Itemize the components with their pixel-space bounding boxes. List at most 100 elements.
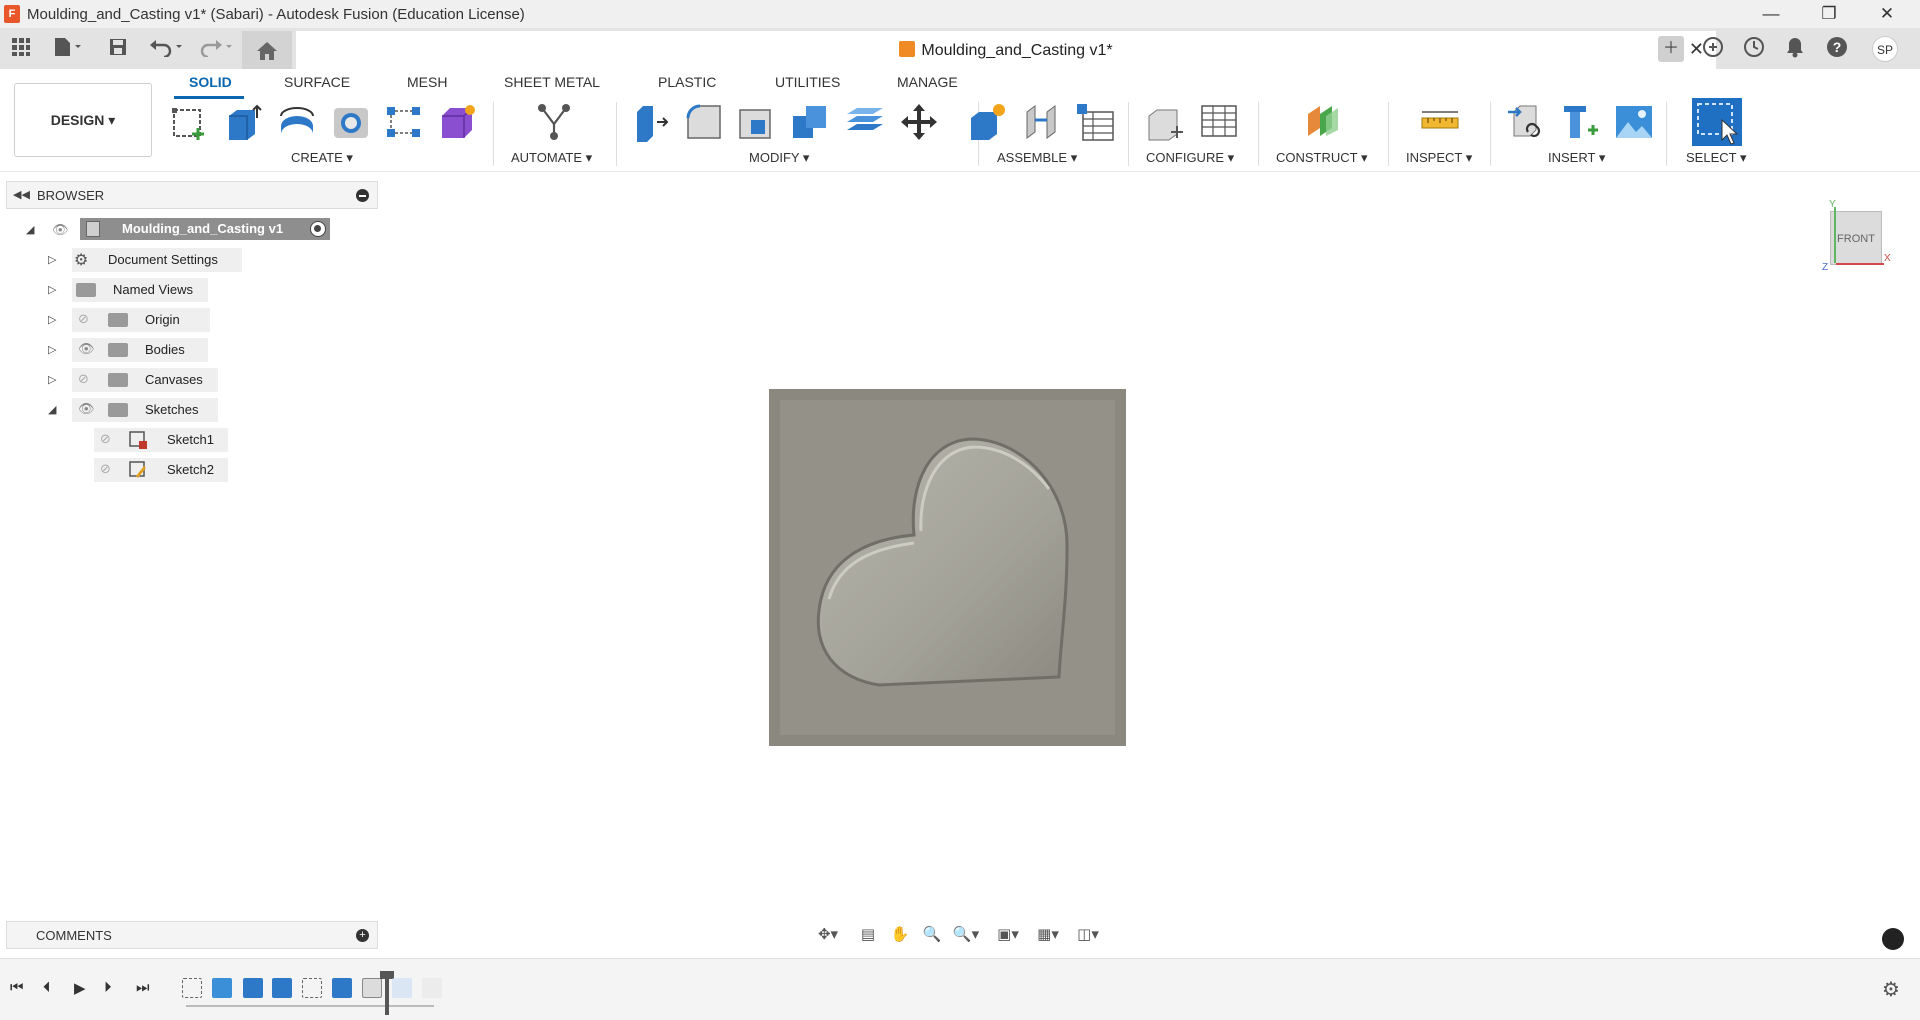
heart-cavity-model[interactable]	[769, 389, 1126, 746]
tab-manage[interactable]: MANAGE	[897, 74, 958, 90]
shell-icon[interactable]	[737, 102, 777, 142]
fillet-icon[interactable]	[684, 102, 724, 142]
viewports-icon[interactable]: ◫▾	[1074, 925, 1102, 945]
hidden-eye-icon[interactable]: ⊘	[78, 311, 89, 327]
redo-icon[interactable]	[196, 37, 236, 61]
create-menu[interactable]: CREATE ▾	[291, 150, 353, 166]
browser-item-sketch1[interactable]: ⊘ Sketch1	[94, 426, 294, 454]
data-panel-grid-icon[interactable]	[8, 37, 34, 61]
browser-item-canvases[interactable]: ▷ ⊘ Canvases	[48, 366, 308, 394]
bill-of-materials-icon[interactable]	[1075, 102, 1115, 142]
extension-badge-icon[interactable]	[1882, 928, 1904, 950]
tab-surface[interactable]: SURFACE	[284, 74, 350, 90]
configure-menu[interactable]: CONFIGURE ▾	[1146, 150, 1234, 166]
hidden-eye-icon[interactable]: ⊘	[100, 431, 111, 447]
job-status-clock-icon[interactable]	[1741, 36, 1767, 62]
configure-design-icon[interactable]	[1145, 102, 1185, 142]
press-pull-icon[interactable]	[631, 102, 671, 142]
browser-item-origin[interactable]: ▷ ⊘ Origin	[48, 306, 308, 334]
look-at-icon[interactable]: ▤	[854, 925, 882, 945]
step-forward-icon[interactable]: ⏵	[104, 979, 112, 996]
workspace-switcher[interactable]: DESIGN ▾	[14, 83, 152, 157]
expand-triangle-icon[interactable]: ▷	[48, 253, 56, 266]
expand-triangle-icon[interactable]: ▷	[48, 343, 56, 356]
tab-utilities[interactable]: UTILITIES	[775, 74, 840, 90]
visibility-eye-icon[interactable]: 👁	[52, 222, 69, 238]
timeline-suppressed-feature-icon[interactable]	[392, 978, 412, 998]
visibility-eye-icon[interactable]: 👁	[78, 341, 95, 357]
insert-canvas-icon[interactable]	[1614, 102, 1654, 142]
timeline-extrude-icon[interactable]	[272, 978, 292, 998]
timeline-settings-gear-icon[interactable]: ⚙	[1882, 977, 1900, 1002]
timeline-fillet-icon[interactable]	[362, 978, 382, 998]
browser-item-sketches[interactable]: ◢ 👁 Sketches	[48, 396, 308, 424]
collapse-triangle-icon[interactable]: ◢	[48, 403, 56, 416]
tab-solid[interactable]: SOLID	[189, 74, 232, 90]
move-copy-icon[interactable]	[899, 102, 939, 142]
activate-radio-icon[interactable]	[310, 221, 326, 237]
new-component-icon[interactable]	[967, 102, 1007, 142]
mold-body[interactable]	[769, 389, 1126, 746]
visibility-eye-icon[interactable]: 👁	[78, 401, 95, 417]
automate-menu[interactable]: AUTOMATE ▾	[511, 150, 592, 166]
tab-sheet-metal[interactable]: SHEET METAL	[504, 74, 600, 90]
hole-icon[interactable]	[331, 102, 371, 142]
browser-panel-header[interactable]: ◀◀ BROWSER	[6, 181, 378, 209]
extrude-icon[interactable]	[223, 102, 263, 142]
zoom-icon[interactable]: 🔍	[918, 925, 946, 945]
document-tab[interactable]: Moulding_and_Casting v1* ✕	[296, 31, 1716, 69]
tab-mesh[interactable]: MESH	[407, 74, 447, 90]
restore-button[interactable]: ❐	[1800, 0, 1858, 29]
expand-triangle-icon[interactable]: ▷	[48, 313, 56, 326]
add-comment-icon[interactable]: +	[356, 929, 369, 942]
hidden-eye-icon[interactable]: ⊘	[78, 371, 89, 387]
browser-minimize-icon[interactable]	[356, 189, 369, 202]
timeline-marker[interactable]	[385, 973, 389, 1015]
combine-icon[interactable]	[790, 102, 830, 142]
measure-icon[interactable]	[1420, 102, 1460, 142]
modify-menu[interactable]: MODIFY ▾	[749, 150, 809, 166]
insert-menu[interactable]: INSERT ▾	[1548, 150, 1605, 166]
tab-plastic[interactable]: PLASTIC	[658, 74, 716, 90]
grid-settings-icon[interactable]: ▦▾	[1034, 925, 1062, 945]
revolve-icon[interactable]	[277, 102, 317, 142]
insert-mcmaster-icon[interactable]	[1560, 102, 1600, 142]
pattern-icon[interactable]	[384, 102, 424, 142]
browser-root-row[interactable]: ◢ 👁 Moulding_and_Casting v1	[26, 216, 346, 244]
create-sketch-icon[interactable]	[170, 102, 210, 142]
go-to-start-icon[interactable]: ⏮	[10, 979, 24, 996]
expand-triangle-icon[interactable]: ▷	[48, 283, 56, 296]
insert-derive-icon[interactable]	[1506, 102, 1546, 142]
timeline-sketch-icon[interactable]	[182, 978, 202, 998]
display-settings-icon[interactable]: ▣▾	[994, 925, 1022, 945]
pan-hand-icon[interactable]: ✋	[886, 925, 914, 945]
new-tab-plus-icon[interactable]: ＋	[1658, 36, 1684, 62]
help-icon[interactable]: ?	[1824, 36, 1850, 62]
configuration-table-icon[interactable]	[1199, 102, 1239, 142]
extensions-icon[interactable]	[1700, 36, 1726, 62]
notifications-bell-icon[interactable]	[1782, 36, 1808, 62]
viewcube[interactable]: FRONT	[1830, 211, 1882, 265]
minimize-button[interactable]: —	[1742, 0, 1800, 29]
step-back-icon[interactable]: ⏴	[43, 979, 51, 996]
browser-item-bodies[interactable]: ▷ 👁 Bodies	[48, 336, 308, 364]
timeline-sketch-icon[interactable]	[302, 978, 322, 998]
user-avatar[interactable]: SP	[1872, 36, 1898, 62]
select-button[interactable]	[1692, 98, 1742, 146]
browser-item-document-settings[interactable]: ▷ ⚙ Document Settings	[48, 246, 308, 274]
orbit-icon[interactable]: ✥▾	[814, 925, 842, 945]
comments-panel-header[interactable]: COMMENTS +	[6, 921, 378, 949]
construct-menu[interactable]: CONSTRUCT ▾	[1276, 150, 1368, 166]
collapse-triangle-icon[interactable]: ◢	[26, 223, 34, 236]
timeline-suppressed-feature-icon[interactable]	[422, 978, 442, 998]
assemble-menu[interactable]: ASSEMBLE ▾	[997, 150, 1077, 166]
hidden-eye-icon[interactable]: ⊘	[100, 461, 111, 477]
collapse-browser-icon[interactable]: ◀◀	[13, 188, 30, 201]
select-menu[interactable]: SELECT ▾	[1686, 150, 1746, 166]
create-form-icon[interactable]	[438, 102, 478, 142]
timeline-extrude-icon[interactable]	[243, 978, 263, 998]
joint-icon[interactable]	[1021, 102, 1061, 142]
file-menu-icon[interactable]	[50, 37, 86, 61]
home-button[interactable]	[242, 31, 292, 69]
undo-icon[interactable]	[146, 37, 186, 61]
